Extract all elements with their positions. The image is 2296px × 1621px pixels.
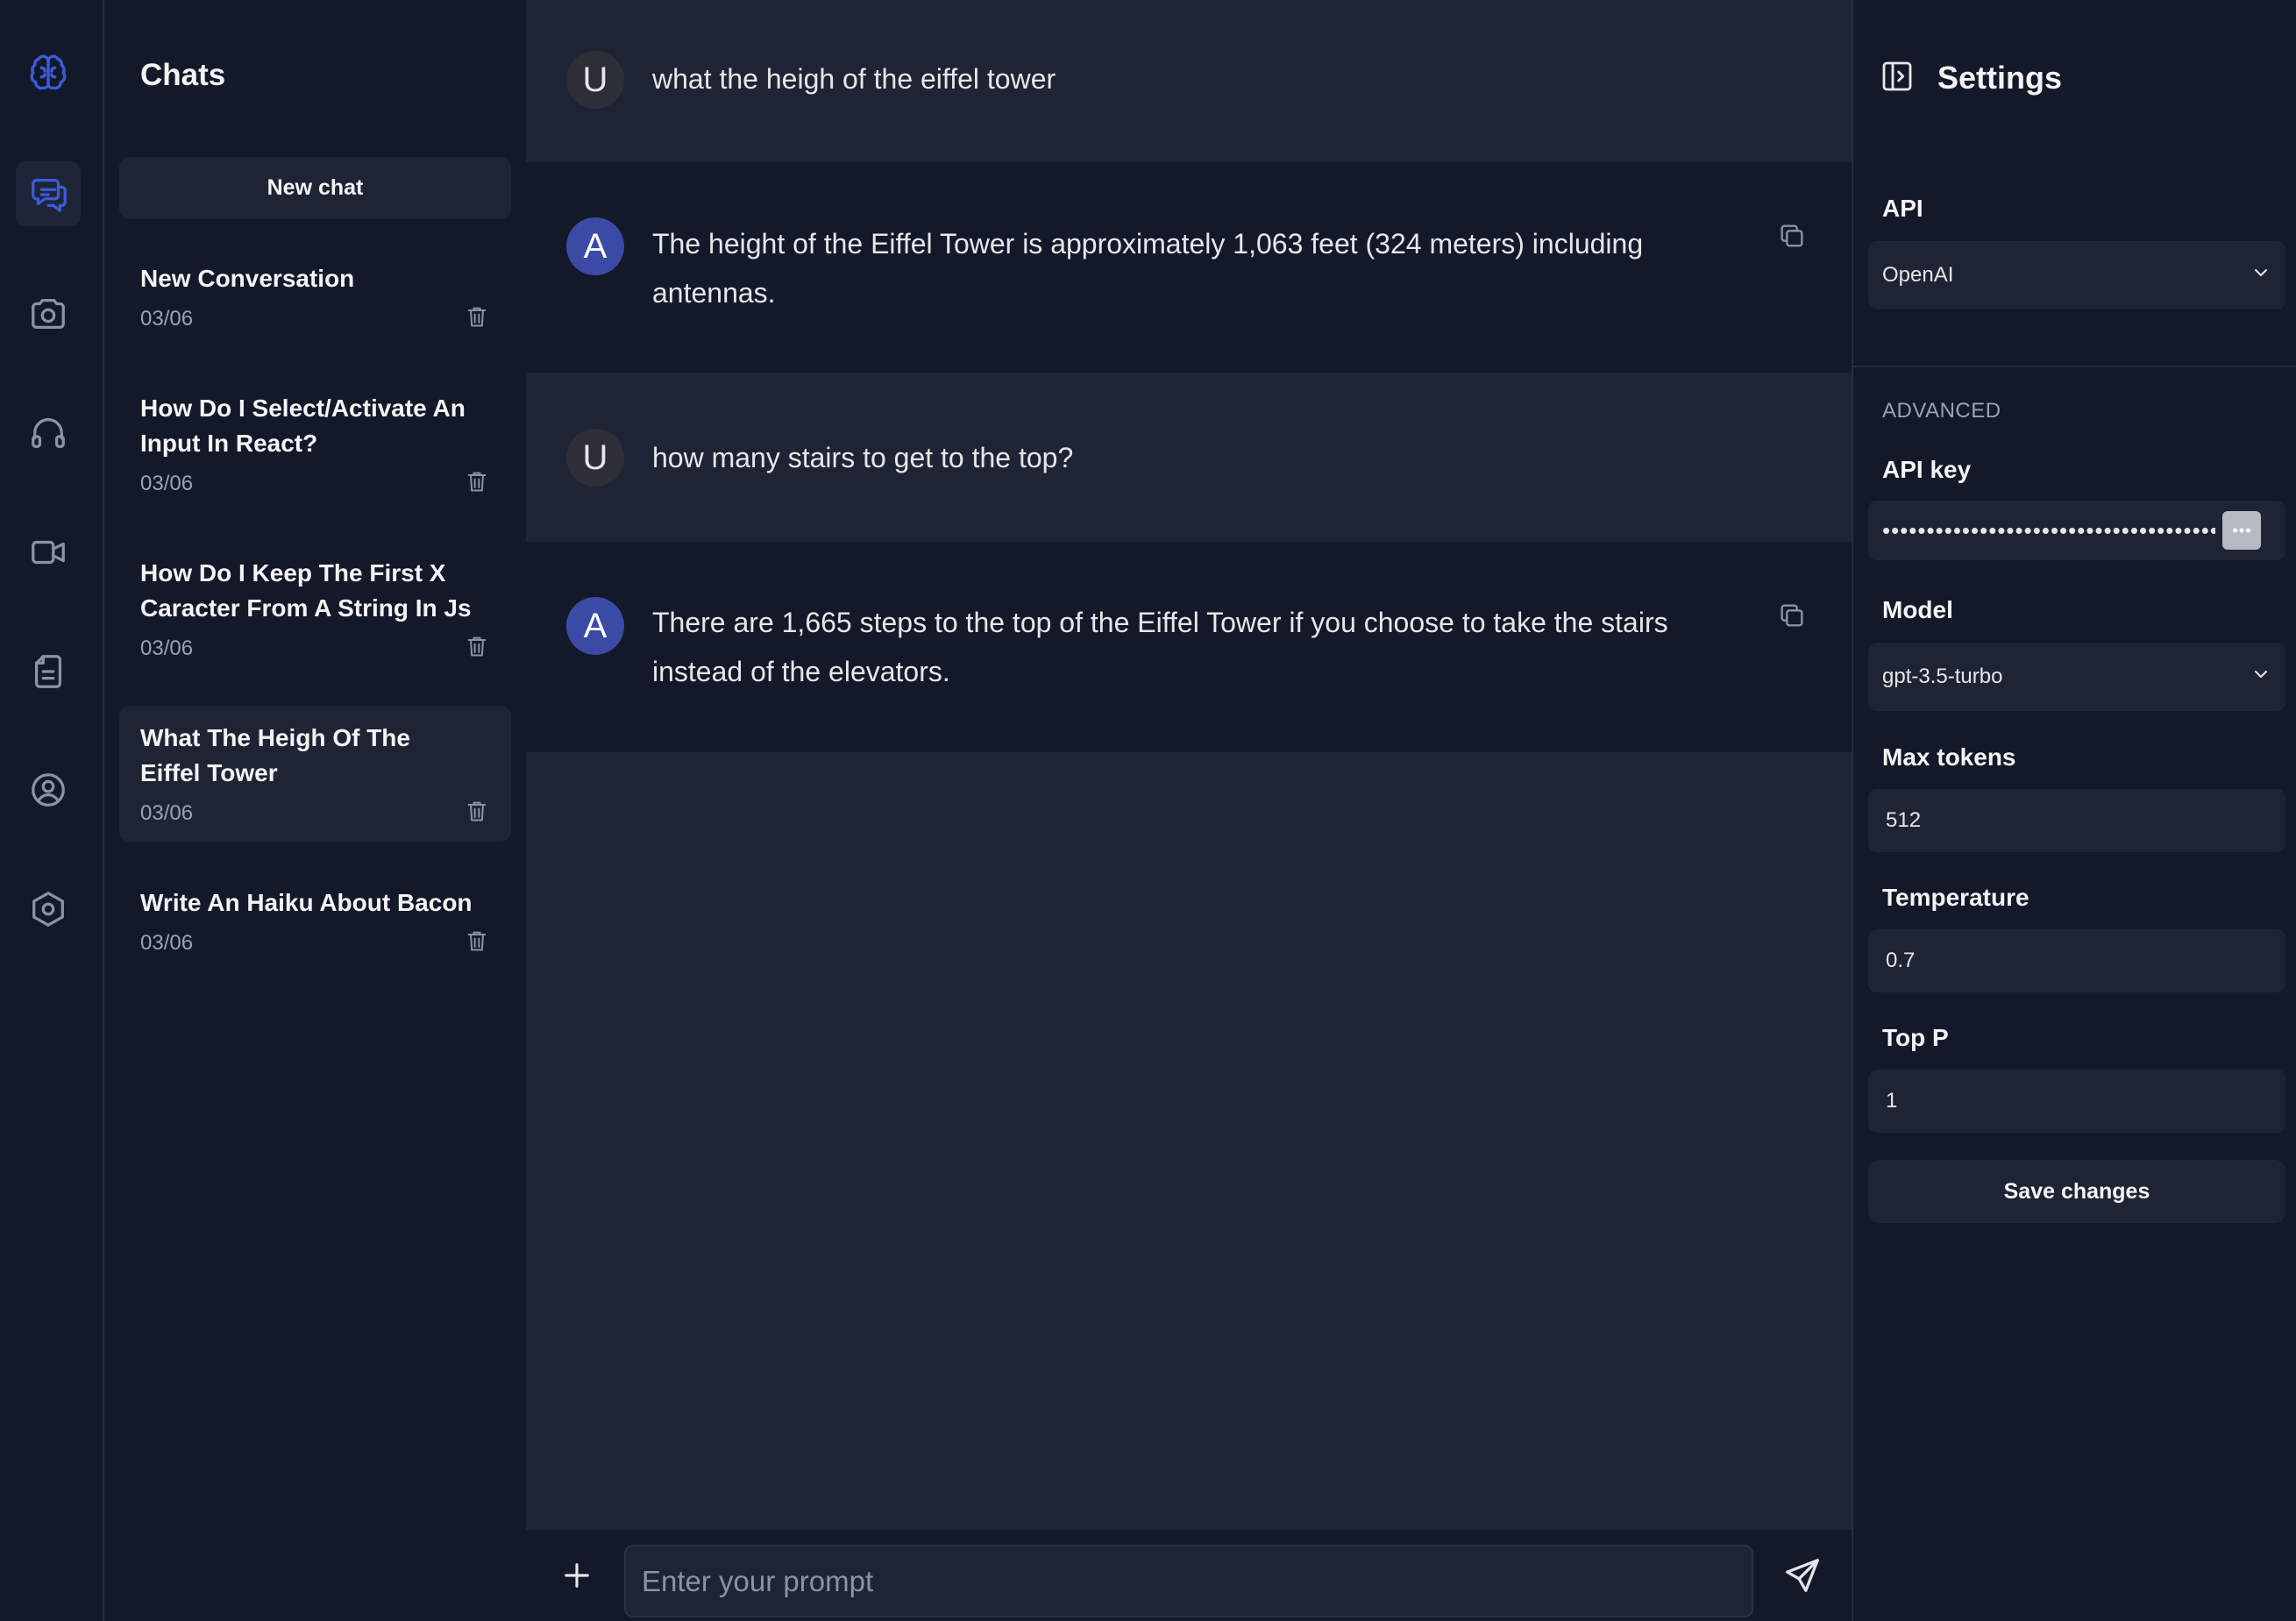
chat-item[interactable]: New Conversation 03/06 <box>119 246 511 347</box>
new-chat-button[interactable]: New chat <box>119 157 511 219</box>
trash-icon[interactable] <box>464 633 490 659</box>
user-circle-icon <box>32 773 65 807</box>
icon-rail <box>0 0 104 1621</box>
advanced-section-label: ADVANCED <box>1882 399 2001 423</box>
chats-sidebar: Chats New chat New Conversation 03/06 Ho… <box>104 0 526 1621</box>
nav-video-button[interactable] <box>16 520 81 585</box>
chat-item-date: 03/06 <box>140 636 194 660</box>
sidebar-title: Chats <box>140 58 226 92</box>
top-p-label: Top P <box>1882 1024 1949 1051</box>
chat-item[interactable]: How Do I Select/Activate An Input In Rea… <box>119 376 511 512</box>
camera-icon <box>32 299 65 329</box>
chat-item-date: 03/06 <box>140 307 194 331</box>
api-label: API <box>1882 195 1923 222</box>
copy-icon[interactable] <box>1776 600 1808 631</box>
chat-item-title: New Conversation <box>140 265 355 292</box>
password-reveal-icon[interactable] <box>2222 511 2261 550</box>
trash-icon[interactable] <box>464 468 490 494</box>
copy-icon[interactable] <box>1776 220 1808 252</box>
chat-list: New Conversation 03/06 How Do I Select/A… <box>119 246 511 1000</box>
chevron-down-icon <box>2250 262 2271 289</box>
nav-chat-button[interactable] <box>16 161 81 226</box>
model-select[interactable]: gpt-3.5-turbo <box>1868 643 2285 711</box>
chat-item[interactable]: How Do I Keep The First X Caracter From … <box>119 541 511 677</box>
prompt-input[interactable] <box>624 1545 1753 1617</box>
top-p-input[interactable]: 1 <box>1868 1070 2285 1133</box>
api-key-value: ••••••••••••••••••••••••••••••••••••••••… <box>1882 516 2215 544</box>
chat-item-title: How Do I Select/Activate An Input In Rea… <box>140 395 466 457</box>
model-label: Model <box>1882 596 1953 623</box>
chat-item-title: Write An Haiku About Bacon <box>140 889 473 916</box>
nav-settings-button[interactable] <box>16 877 81 942</box>
api-key-field[interactable]: ••••••••••••••••••••••••••••••••••••••••… <box>1868 501 2285 560</box>
chat-item-active[interactable]: What The Heigh Of The Eiffel Tower 03/06 <box>119 706 511 842</box>
divider <box>1853 366 2296 367</box>
settings-panel: Settings API OpenAI ADVANCED API key •••… <box>1852 0 2296 1621</box>
plus-icon[interactable] <box>552 1551 601 1600</box>
assistant-avatar: A <box>566 217 624 275</box>
trash-icon[interactable] <box>464 928 490 954</box>
model-select-value: gpt-3.5-turbo <box>1882 665 2003 688</box>
trash-icon[interactable] <box>464 303 490 330</box>
chat-item-title: What The Heigh Of The Eiffel Tower <box>140 724 410 786</box>
chat-icon <box>32 179 67 212</box>
max-tokens-label: Max tokens <box>1882 743 2016 771</box>
document-icon <box>34 655 62 688</box>
chat-item[interactable]: Write An Haiku About Bacon 03/06 <box>119 871 511 971</box>
settings-title: Settings <box>1937 60 2063 96</box>
save-changes-button[interactable]: Save changes <box>1868 1160 2285 1223</box>
message-assistant: A The height of the Eiffel Tower is appr… <box>526 162 1852 373</box>
panel-toggle-icon[interactable] <box>1880 59 1915 98</box>
user-avatar: U <box>566 429 624 487</box>
chat-item-date: 03/06 <box>140 931 194 955</box>
nav-profile-button[interactable] <box>16 757 81 822</box>
nav-audio-button[interactable] <box>16 401 81 466</box>
chat-item-date: 03/06 <box>140 472 194 495</box>
headphones-icon <box>32 418 65 448</box>
chevron-down-icon <box>2250 664 2271 691</box>
nav-documents-button[interactable] <box>16 639 81 704</box>
assistant-avatar: A <box>566 597 624 655</box>
message-text: There are 1,665 steps to the top of the … <box>652 607 1668 687</box>
api-select[interactable]: OpenAI <box>1868 241 2285 309</box>
chat-item-title: How Do I Keep The First X Caracter From … <box>140 559 472 622</box>
settings-hexagon-icon <box>32 892 64 927</box>
trash-icon[interactable] <box>464 798 490 824</box>
temperature-label: Temperature <box>1882 884 2029 911</box>
api-select-value: OpenAI <box>1882 263 1954 287</box>
brain-logo-icon[interactable] <box>24 49 73 98</box>
video-icon <box>32 540 65 565</box>
message-text: The height of the Eiffel Tower is approx… <box>652 228 1644 309</box>
settings-header: Settings <box>1880 58 2062 98</box>
user-avatar: U <box>566 51 624 109</box>
message-user: U how many stairs to get to the top? <box>526 373 1852 542</box>
max-tokens-input[interactable]: 512 <box>1868 789 2285 852</box>
message-text: how many stairs to get to the top? <box>652 442 1074 473</box>
api-key-label: API key <box>1882 456 1972 483</box>
temperature-input[interactable]: 0.7 <box>1868 929 2285 992</box>
message-user: U what the heigh of the eiffel tower <box>526 0 1852 162</box>
conversation-pane: U what the heigh of the eiffel tower A T… <box>526 0 1852 1621</box>
prompt-composer <box>526 1530 1852 1621</box>
message-text: what the heigh of the eiffel tower <box>652 63 1056 95</box>
chat-item-date: 03/06 <box>140 801 194 825</box>
message-assistant: A There are 1,665 steps to the top of th… <box>526 542 1852 752</box>
nav-camera-button[interactable] <box>16 281 81 346</box>
send-icon[interactable] <box>1778 1551 1827 1600</box>
